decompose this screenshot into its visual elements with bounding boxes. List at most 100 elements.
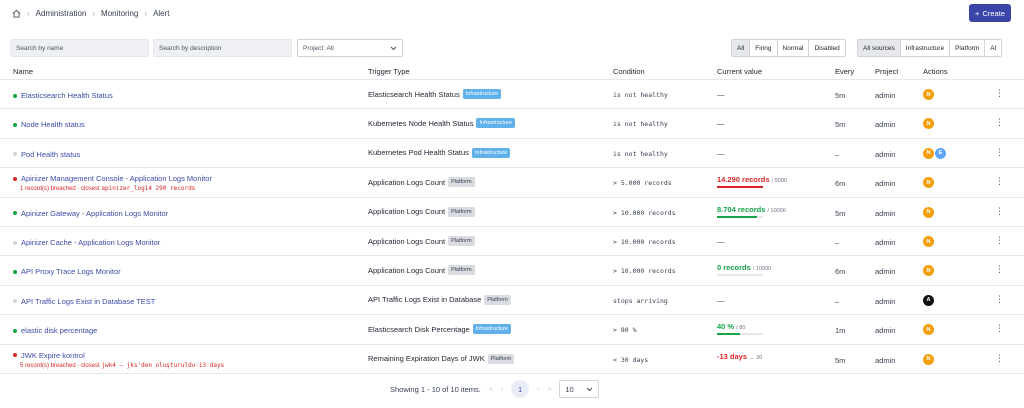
trigger-type-text: Application Logs Count	[368, 236, 446, 246]
breadcrumb-item-monitoring[interactable]: Monitoring	[101, 9, 138, 18]
alert-name: Apinizer Cache - Application Logs Monito…	[21, 238, 161, 247]
owner-avatar[interactable]: N	[923, 147, 934, 159]
status-dot-icon	[13, 211, 17, 216]
plus-icon: +	[975, 8, 980, 18]
more-options-icon[interactable]: ⋮	[995, 88, 1004, 99]
table-row[interactable]: API Traffic Logs Exist in Database TEST A…	[0, 286, 1024, 316]
tab-firing[interactable]: Firing	[750, 40, 778, 56]
page-button[interactable]: 1	[511, 380, 530, 398]
more-options-icon[interactable]: ⋮	[995, 235, 1004, 246]
table-row[interactable]: Node Health status Kubernetes Node Health…	[0, 109, 1024, 139]
more-options-icon[interactable]: ⋮	[995, 353, 1004, 364]
home-icon[interactable]	[12, 9, 21, 18]
more-options-icon[interactable]: ⋮	[995, 264, 1004, 275]
breach-closest: apinizer_log14 290 records	[101, 185, 196, 193]
current-value: —	[717, 90, 725, 99]
chevron-right-icon: ›	[144, 8, 148, 18]
search-description-input[interactable]: Search by description	[153, 39, 292, 57]
breadcrumb: › Administration › Monitoring › Alert	[12, 9, 170, 18]
chevron-down-icon	[390, 46, 397, 50]
last-page-icon[interactable]: »	[547, 386, 551, 393]
alert-name-link[interactable]: API Proxy Trace Logs Monitor	[13, 267, 121, 276]
table-header: Name Trigger Type Condition Current valu…	[0, 64, 1024, 80]
more-options-icon[interactable]: ⋮	[995, 117, 1004, 128]
table-row[interactable]: elastic disk percentage Elasticsearch Dis…	[0, 315, 1024, 345]
next-page-icon[interactable]: ›	[537, 386, 539, 393]
owner-avatar[interactable]: N	[923, 353, 934, 365]
owner-avatar[interactable]: N	[923, 177, 934, 189]
alert-name-link[interactable]: Node Health status	[13, 120, 85, 129]
table-row[interactable]: API Proxy Trace Logs Monitor Application …	[0, 256, 1024, 286]
current-value: —	[717, 149, 725, 158]
tab-all-sources[interactable]: All sources	[858, 40, 901, 56]
alert-name-link[interactable]: Apinizer Management Console - Applicatio…	[13, 174, 212, 183]
tab-infrastructure[interactable]: Infrastructure	[901, 40, 951, 56]
first-page-icon[interactable]: «	[489, 386, 493, 393]
alert-name: API Proxy Trace Logs Monitor	[21, 267, 121, 277]
page-size-select[interactable]: 10	[559, 380, 600, 398]
alert-name-link[interactable]: API Traffic Logs Exist in Database TEST	[13, 297, 155, 306]
more-options-icon[interactable]: ⋮	[995, 147, 1004, 158]
trigger-type: Elasticsearch Disk Percentage Infrastruct…	[368, 324, 512, 335]
tab-ai[interactable]: AI	[985, 40, 1001, 56]
pagination: Showing 1 - 10 of 10 items. « ‹ 1 › » 10	[390, 380, 600, 398]
table-row[interactable]: Apinizer Management Console - Applicatio…	[0, 168, 1024, 198]
trigger-type: Application Logs Count Platform	[368, 236, 475, 246]
alert-name: API Traffic Logs Exist in Database TEST	[21, 296, 156, 306]
alert-name-link[interactable]: JWK Expire kontrol	[13, 351, 85, 360]
more-options-icon[interactable]: ⋮	[995, 176, 1004, 187]
owner-avatar[interactable]: N	[923, 265, 934, 277]
tab-all[interactable]: All	[732, 40, 751, 56]
current-value-text: -13 days	[717, 351, 748, 361]
more-options-icon[interactable]: ⋮	[995, 294, 1004, 305]
owner-avatar[interactable]: N	[923, 89, 934, 100]
table-row[interactable]: Apinizer Cache - Application Logs Monito…	[0, 227, 1024, 257]
owner-avatar[interactable]: A	[923, 294, 934, 306]
tab-platform[interactable]: Platform	[950, 40, 986, 56]
more-options-icon[interactable]: ⋮	[995, 206, 1004, 217]
prev-page-icon[interactable]: ‹	[501, 386, 503, 393]
breadcrumb-item-administration[interactable]: Administration	[36, 9, 87, 18]
trigger-type-text: Elasticsearch Disk Percentage	[368, 324, 470, 334]
status-dot-icon	[13, 122, 17, 127]
current-value-text: —	[717, 148, 725, 158]
current-value: —	[717, 296, 725, 305]
source-badge: Platform	[448, 206, 475, 217]
table-row[interactable]: Elasticsearch Health Status Elasticsearch…	[0, 80, 1024, 110]
table-row[interactable]: Apinizer Gateway - Application Logs Moni…	[0, 198, 1024, 227]
value-progress-bar	[717, 215, 763, 218]
breach-closest: jwk4 – jks'den oluşturuldu·13 days	[101, 361, 225, 369]
status-dot-icon	[13, 152, 17, 157]
status-dot-icon	[13, 353, 17, 358]
top-bar: › Administration › Monitoring › Alert + …	[0, 0, 1024, 26]
owner-avatar[interactable]: N	[923, 324, 934, 336]
trigger-type: Kubernetes Node Health Status Infrastruct…	[368, 118, 515, 129]
owner-avatar[interactable]: N	[923, 206, 934, 218]
alert-name-link[interactable]: Apinizer Gateway - Application Logs Moni…	[13, 209, 168, 218]
owner-avatar[interactable]: N	[923, 118, 934, 130]
source-filter-group: All sources Infrastructure Platform AI	[857, 39, 1003, 57]
tab-normal[interactable]: Normal	[778, 40, 810, 56]
alert-name-link[interactable]: elastic disk percentage	[13, 326, 97, 335]
project: admin	[875, 91, 896, 100]
current-value-text: —	[717, 237, 725, 246]
tab-disabled[interactable]: Disabled	[809, 40, 844, 56]
project-select[interactable]: Project: All	[297, 39, 403, 57]
every: 5m	[835, 120, 846, 130]
current-value: —	[717, 119, 725, 128]
condition: > 5.000 records	[613, 179, 672, 188]
more-options-icon[interactable]: ⋮	[995, 323, 1004, 334]
alert-name-link[interactable]: Pod Health status	[13, 150, 80, 159]
chevron-right-icon: ›	[27, 8, 30, 18]
table-row[interactable]: Pod Health status Kubernetes Pod Health S…	[0, 139, 1024, 169]
owner-avatar[interactable]: E	[935, 147, 946, 159]
table-row[interactable]: JWK Expire kontrol 5 record(s) breached ·…	[0, 345, 1024, 374]
every: 6m	[835, 179, 846, 189]
create-button[interactable]: + Create	[969, 4, 1011, 22]
trigger-type-text: Application Logs Count	[368, 207, 446, 217]
search-name-input[interactable]: Search by name	[10, 39, 149, 57]
alert-name-link[interactable]: Elasticsearch Health Status	[13, 91, 113, 100]
breach-text: 1 record(s) breached · closest	[20, 186, 100, 193]
owner-avatar[interactable]: N	[923, 236, 934, 247]
alert-name-link[interactable]: Apinizer Cache - Application Logs Monito…	[13, 238, 160, 247]
